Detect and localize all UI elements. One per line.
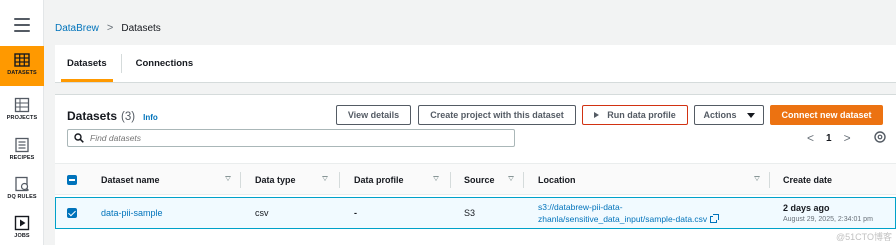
column-header-location[interactable]: Location (538, 164, 576, 196)
menu-icon[interactable] (14, 18, 30, 32)
create-project-button[interactable]: Create project with this dataset (418, 105, 576, 125)
create-date-full: August 29, 2025, 2:34:01 pm (783, 216, 873, 223)
datasets-card: Datasets (3) Info View details Create pr… (55, 94, 896, 245)
left-nav-rail: DATASETS PROJECTS RECIPES DQ RULES JOBS (0, 0, 44, 245)
sidebar-item-label: RECIPES (9, 155, 35, 161)
tab-datasets[interactable]: Datasets (55, 45, 119, 82)
sort-icon[interactable] (506, 164, 516, 196)
column-header-data-profile[interactable]: Data profile (354, 164, 404, 196)
column-header-dataset-name[interactable]: Dataset name (101, 164, 160, 196)
column-divider (240, 172, 241, 188)
view-details-button[interactable]: View details (336, 105, 411, 125)
data-type-cell: csv (255, 208, 269, 218)
breadcrumb-root-link[interactable]: DataBrew (55, 23, 99, 34)
external-link-icon (710, 214, 720, 223)
next-page-button[interactable]: > (844, 131, 851, 145)
grid-icon (14, 53, 30, 67)
current-page[interactable]: 1 (826, 133, 832, 144)
table-header: Dataset name Data type Data profile Sour… (55, 163, 896, 195)
sidebar-item-label: DATASETS (7, 70, 37, 76)
chevron-right-icon: > (106, 22, 114, 34)
sidebar-item-datasets[interactable]: DATASETS (0, 46, 44, 86)
info-link[interactable]: Info (143, 113, 158, 122)
list-icon (15, 137, 29, 153)
sort-icon[interactable] (752, 164, 762, 196)
table-row[interactable]: data-pii-sample csv - S3 s3://databrew-p… (55, 197, 896, 229)
sidebar-item-projects[interactable]: PROJECTS (0, 91, 44, 131)
card-title: Datasets (67, 109, 118, 123)
gear-icon[interactable] (873, 130, 887, 144)
column-header-data-type[interactable]: Data type (255, 164, 296, 196)
search-icon (74, 133, 84, 143)
indeterminate-checkbox-icon (67, 175, 77, 185)
actions-dropdown[interactable]: Actions (694, 105, 764, 125)
checklist-icon (15, 176, 29, 192)
sidebar-item-dq-rules[interactable]: DQ RULES (0, 170, 44, 210)
actions-label: Actions (703, 110, 737, 120)
sidebar-item-recipes[interactable]: RECIPES (0, 131, 44, 171)
row-checkbox[interactable] (67, 198, 77, 228)
sort-icon[interactable] (320, 164, 330, 196)
dataset-name-link[interactable]: data-pii-sample (101, 198, 163, 228)
sort-icon[interactable] (431, 164, 441, 196)
dataset-count: (3) (121, 111, 136, 123)
play-icon (594, 112, 600, 118)
card-header: Datasets (3) Info (67, 109, 158, 123)
watermark: @51CTO博客 (836, 232, 892, 242)
search-input[interactable] (90, 133, 490, 143)
column-divider (523, 172, 524, 188)
play-icon (14, 215, 30, 231)
tab-bar: Datasets Connections (55, 45, 896, 83)
app-root: DATASETS PROJECTS RECIPES DQ RULES JOBS … (0, 0, 896, 245)
tab-connections[interactable]: Connections (124, 45, 206, 82)
sidebar-item-label: PROJECTS (6, 115, 38, 121)
data-profile-cell: - (354, 208, 357, 218)
location-line-1: s3://databrew-pii-data- (538, 202, 623, 212)
sort-icon[interactable] (223, 164, 233, 196)
connect-new-dataset-button[interactable]: Connect new dataset (770, 105, 883, 125)
column-divider (769, 172, 770, 188)
column-divider (339, 172, 340, 188)
source-cell: S3 (464, 208, 476, 218)
prev-page-button[interactable]: < (807, 131, 814, 145)
location-line-2: zhanla/sensitive_data_input/sample-data.… (538, 214, 708, 224)
run-data-profile-button[interactable]: Run data profile (582, 105, 688, 125)
tab-divider (120, 54, 122, 73)
checkbox-checked-icon (67, 208, 77, 218)
sidebar-item-label: DQ RULES (7, 194, 37, 200)
sidebar-item-label: JOBS (14, 233, 30, 239)
create-date-relative: 2 days ago (783, 203, 830, 213)
breadcrumb-current: Datasets (121, 22, 161, 34)
sidebar-item-jobs[interactable]: JOBS (0, 209, 44, 245)
select-all-checkbox[interactable] (67, 164, 77, 196)
grid-icon (14, 97, 30, 113)
location-link[interactable]: s3://databrew-pii-data- zhanla/sensitive… (538, 201, 720, 225)
search-field[interactable] (67, 129, 515, 147)
caret-down-icon (746, 112, 755, 118)
run-data-profile-label: Run data profile (607, 110, 676, 120)
column-divider (450, 172, 451, 188)
breadcrumb: DataBrew > Datasets (55, 22, 161, 34)
pagination: < 1 > (807, 131, 851, 145)
column-header-source[interactable]: Source (464, 164, 495, 196)
column-header-create-date[interactable]: Create date (783, 164, 832, 196)
